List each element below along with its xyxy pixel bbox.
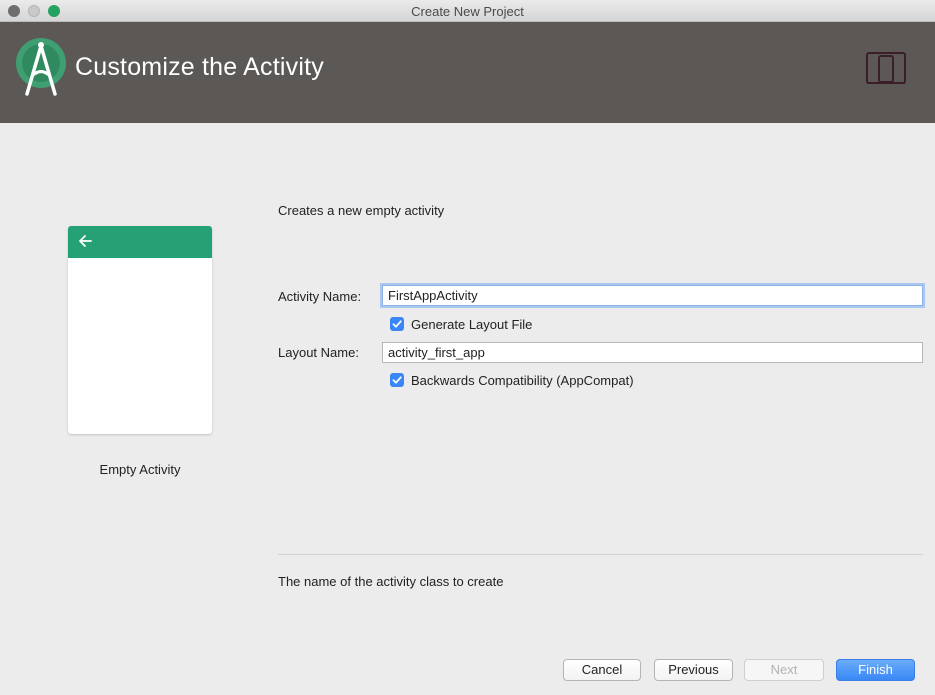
template-description: Creates a new empty activity bbox=[278, 203, 445, 218]
backwards-compat-label: Backwards Compatibility (AppCompat) bbox=[411, 372, 634, 388]
checkmark-icon bbox=[392, 376, 402, 384]
generate-layout-label: Generate Layout File bbox=[411, 316, 533, 332]
phone-tablet-icon bbox=[866, 52, 906, 84]
activity-template-preview bbox=[68, 226, 212, 434]
wizard-header: Customize the Activity bbox=[0, 22, 935, 123]
page-title: Customize the Activity bbox=[75, 53, 324, 81]
generate-layout-checkbox[interactable] bbox=[390, 317, 404, 331]
next-button[interactable]: Next bbox=[744, 659, 824, 681]
previous-button[interactable]: Previous bbox=[654, 659, 733, 681]
hint-divider bbox=[278, 554, 923, 555]
preview-app-bar bbox=[68, 226, 212, 258]
wizard-content: Empty Activity Creates a new empty activ… bbox=[0, 123, 935, 695]
generate-layout-checkbox-row[interactable]: Generate Layout File bbox=[390, 316, 532, 332]
finish-button[interactable]: Finish bbox=[836, 659, 915, 681]
backwards-compat-checkbox[interactable] bbox=[390, 373, 404, 387]
layout-name-label: Layout Name: bbox=[278, 345, 359, 360]
activity-name-label: Activity Name: bbox=[278, 289, 362, 304]
field-hint-text: The name of the activity class to create bbox=[278, 574, 504, 589]
window-title: Create New Project bbox=[411, 4, 524, 19]
arrow-back-icon bbox=[79, 235, 92, 247]
window-titlebar: Create New Project bbox=[0, 0, 935, 22]
template-name-label: Empty Activity bbox=[99, 462, 181, 477]
backwards-compat-checkbox-row[interactable]: Backwards Compatibility (AppCompat) bbox=[390, 372, 634, 388]
activity-name-input[interactable] bbox=[382, 285, 923, 306]
android-studio-logo-icon bbox=[16, 38, 66, 96]
layout-name-input[interactable] bbox=[382, 342, 923, 363]
checkmark-icon bbox=[392, 320, 402, 328]
cancel-button[interactable]: Cancel bbox=[563, 659, 641, 681]
